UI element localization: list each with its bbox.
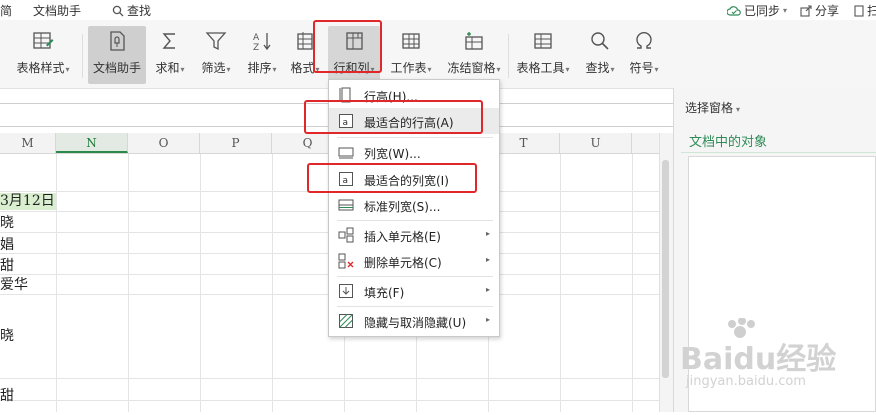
symbol-label: 符号	[629, 61, 654, 75]
standard-width-icon	[338, 199, 354, 211]
cell-name[interactable]: 爱华	[0, 274, 28, 294]
share-button[interactable]: 分享	[800, 2, 839, 19]
sigma-icon	[162, 33, 175, 49]
column-header[interactable]: O	[128, 133, 200, 153]
search-icon	[112, 5, 124, 16]
scrollbar-thumb[interactable]	[662, 160, 669, 378]
cell-date[interactable]: 3月12日	[0, 193, 56, 210]
pane-divider	[681, 152, 876, 153]
cell-name[interactable]: 甜	[0, 385, 14, 405]
find-label: 查找	[585, 61, 610, 75]
menu-item-std-col-width[interactable]: 标准列宽(S)...	[329, 192, 499, 218]
svg-text:Z: Z	[253, 43, 259, 52]
share-label: 分享	[815, 4, 840, 18]
filter-label: 筛选	[201, 61, 226, 75]
submenu-arrow-icon: ▸	[485, 315, 490, 324]
chevron-down-icon: ▾	[736, 105, 741, 114]
menu-item-delete-cells[interactable]: 删除单元格(C) ▸	[329, 248, 499, 274]
sync-label: 已同步	[744, 4, 781, 18]
annotation-box-best-row-height	[304, 100, 483, 134]
tab-partial[interactable]: 简	[0, 2, 12, 19]
annotation-box-row-col	[313, 20, 382, 73]
hide-icon	[339, 314, 353, 328]
watermark: Baidu经验 jingyan.baidu.com	[676, 317, 876, 412]
watermark-url: jingyan.baidu.com	[686, 374, 806, 389]
sum-label: 求和	[155, 61, 180, 75]
annotation-box-best-col-width	[307, 163, 477, 193]
find-button[interactable]: 查找▾	[580, 26, 620, 84]
format-label: 格式	[290, 61, 315, 75]
menu-item-label: 插入单元格(E)	[364, 230, 441, 244]
filter-button[interactable]: 筛选▾	[196, 26, 236, 84]
column-header[interactable]: U	[560, 133, 632, 153]
more-label: 扫	[867, 4, 876, 18]
doc-helper-button[interactable]: 文档助手	[88, 26, 146, 84]
submenu-arrow-icon: ▸	[485, 285, 490, 294]
table-tools-button[interactable]: 表格工具▾	[512, 26, 574, 84]
menu-item-label: 标准列宽(S)...	[364, 200, 441, 214]
search-label: 查找	[127, 4, 152, 18]
submenu-arrow-icon: ▸	[485, 255, 490, 264]
pane-title: 选择窗格	[685, 101, 734, 115]
freeze-icon	[465, 32, 483, 50]
worksheet-icon	[402, 33, 420, 49]
doc-helper-label: 文档助手	[92, 61, 141, 75]
table-tools-label: 表格工具	[516, 61, 565, 75]
cell-name[interactable]: 晓	[0, 212, 14, 232]
sort-button[interactable]: AZ 排序▾	[242, 26, 282, 84]
cell-name[interactable]: 晓	[0, 325, 14, 345]
menu-item-fill[interactable]: 填充(F) ▸	[329, 278, 499, 304]
watermark-brand: Baidu经验	[680, 342, 837, 377]
cell-name[interactable]: 娼	[0, 234, 14, 254]
menu-item-hide-unhide[interactable]: 隐藏与取消隐藏(U) ▸	[329, 308, 499, 334]
top-tab-bar: 简 文档助手 查找 已同步 ▾ 分享 扫	[0, 0, 876, 20]
delete-cells-icon	[338, 253, 354, 269]
menu-item-label: 删除单元格(C)	[364, 256, 442, 270]
pane-subtitle: 文档中的对象	[689, 135, 768, 150]
svg-text:A: A	[253, 33, 260, 43]
col-width-icon	[338, 147, 354, 159]
sum-button[interactable]: 求和▾	[152, 26, 188, 84]
sort-icon: AZ	[253, 33, 271, 52]
column-header[interactable]: P	[200, 133, 272, 153]
menu-item-label: 填充(F)	[364, 286, 405, 300]
omega-icon	[636, 31, 652, 49]
pane-title-button[interactable]: 选择窗格 ▾	[685, 99, 740, 116]
fill-icon	[339, 284, 353, 298]
freeze-panes-button[interactable]: 冻结窗格▾	[442, 26, 506, 84]
more-button[interactable]: 扫	[854, 2, 876, 19]
cell-name[interactable]: 甜	[0, 255, 14, 275]
chevron-down-icon: ▾	[783, 6, 788, 15]
doc-helper-icon	[110, 31, 125, 51]
submenu-arrow-icon: ▸	[485, 229, 490, 238]
insert-cells-icon	[338, 227, 354, 243]
filter-icon	[205, 32, 227, 51]
tab-docs-helper[interactable]: 文档助手	[33, 2, 81, 19]
menu-item-col-width[interactable]: 列宽(W)...	[329, 139, 499, 165]
table-style-icon	[33, 32, 54, 49]
menu-item-label: 列宽(W)...	[364, 147, 421, 161]
table-style-label: 表格样式	[16, 61, 65, 75]
table-tools-icon	[534, 33, 552, 49]
menu-item-insert-cells[interactable]: 插入单元格(E) ▸	[329, 222, 499, 248]
symbol-button[interactable]: 符号▾	[624, 26, 664, 84]
cloud-icon	[727, 5, 741, 16]
scan-icon	[854, 4, 864, 17]
magnifier-icon	[591, 32, 609, 50]
worksheet-button[interactable]: 工作表▾	[388, 26, 434, 84]
sync-status[interactable]: 已同步 ▾	[727, 2, 787, 19]
search-tab[interactable]: 查找	[112, 2, 151, 19]
column-header[interactable]: M	[0, 133, 56, 153]
sort-label: 排序	[247, 61, 272, 75]
worksheet-label: 工作表	[390, 61, 427, 75]
menu-item-label: 隐藏与取消隐藏(U)	[364, 316, 467, 330]
freeze-label: 冻结窗格	[447, 61, 496, 75]
table-style-button[interactable]: 表格样式▾	[12, 26, 74, 84]
column-header-selected[interactable]: N	[56, 133, 128, 153]
share-icon	[800, 4, 812, 17]
